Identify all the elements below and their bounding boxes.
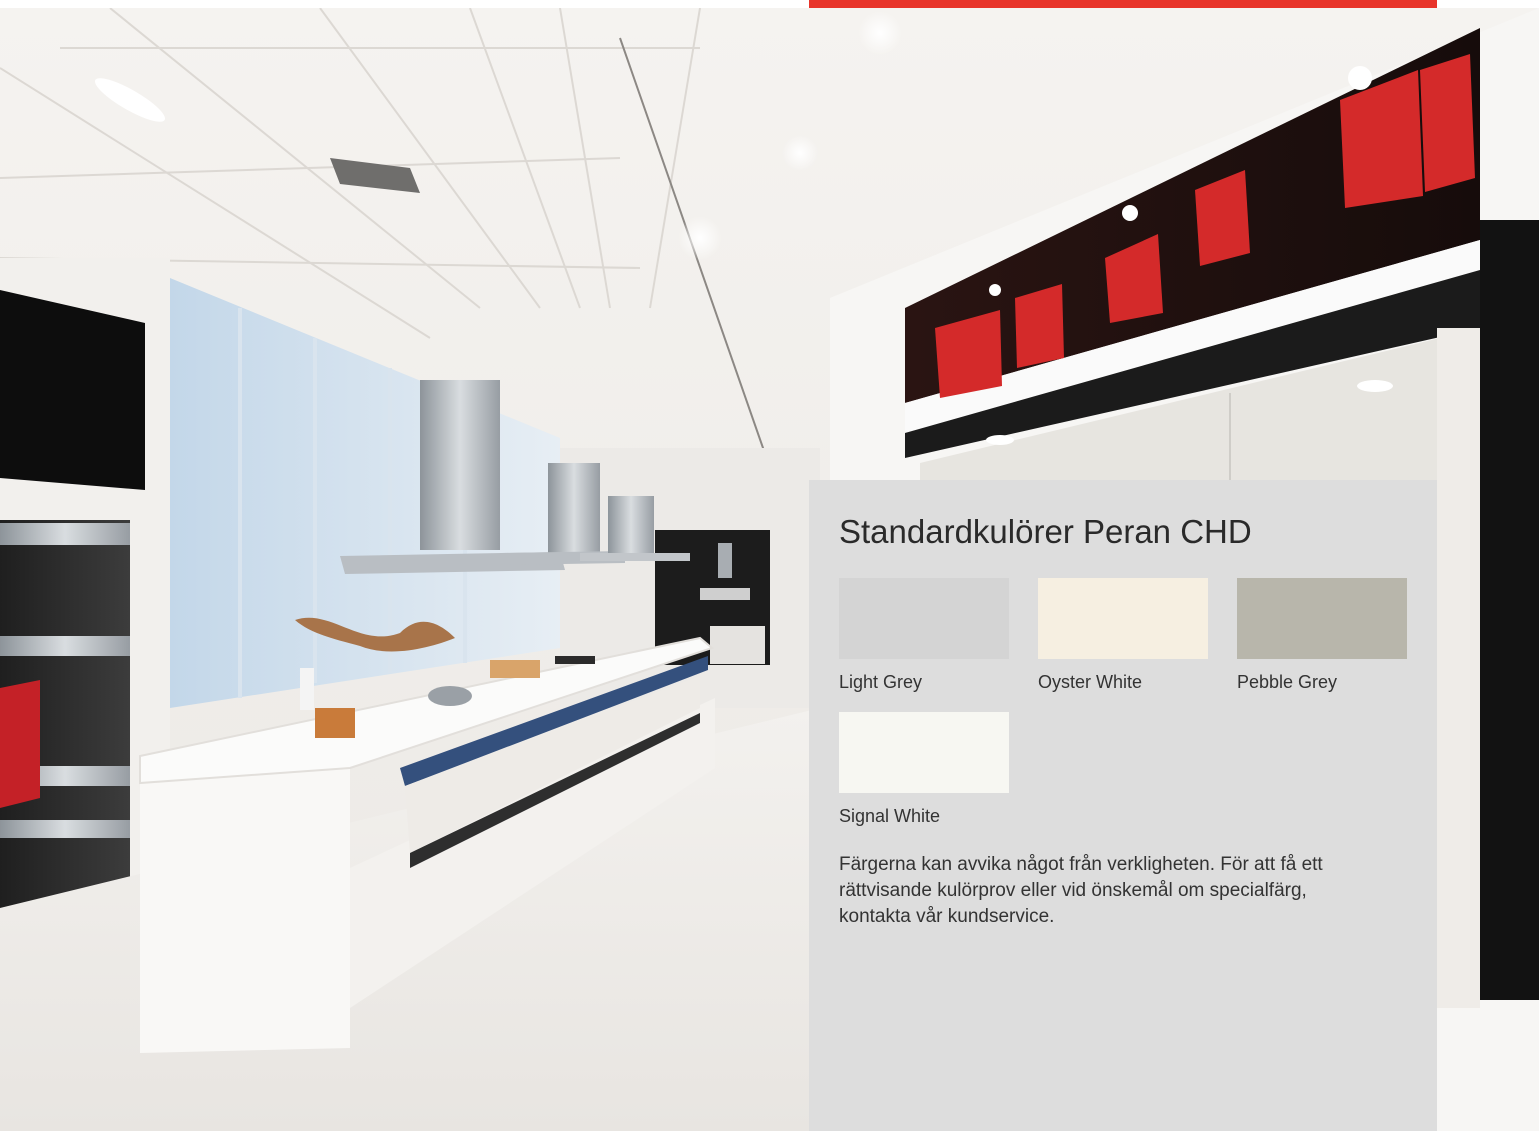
- swatch-label: Signal White: [839, 806, 941, 826]
- swatch-label: Oyster White: [1038, 672, 1143, 692]
- accent-bar: [809, 0, 1437, 8]
- brochure-page: Standardkulörer Peran CHD Light Grey Oys…: [0, 0, 1539, 1131]
- swatch-label: Light Grey: [839, 672, 923, 692]
- swatch-pebble-grey: [1237, 578, 1407, 659]
- panel-title: Standardkulörer Peran CHD: [839, 513, 1252, 550]
- swatch-label: Pebble Grey: [1237, 672, 1338, 692]
- swatch-signal-white: [839, 712, 1009, 793]
- black-column: [1480, 220, 1539, 1000]
- wall-screen: [0, 290, 145, 490]
- color-panel: Standardkulörer Peran CHD Light Grey Oys…: [809, 480, 1437, 1131]
- swatch-oyster-white: [1038, 578, 1208, 659]
- color-disclaimer: Färgerna kan avvika något från verklighe…: [839, 854, 1323, 927]
- swatch-light-grey: [839, 578, 1009, 659]
